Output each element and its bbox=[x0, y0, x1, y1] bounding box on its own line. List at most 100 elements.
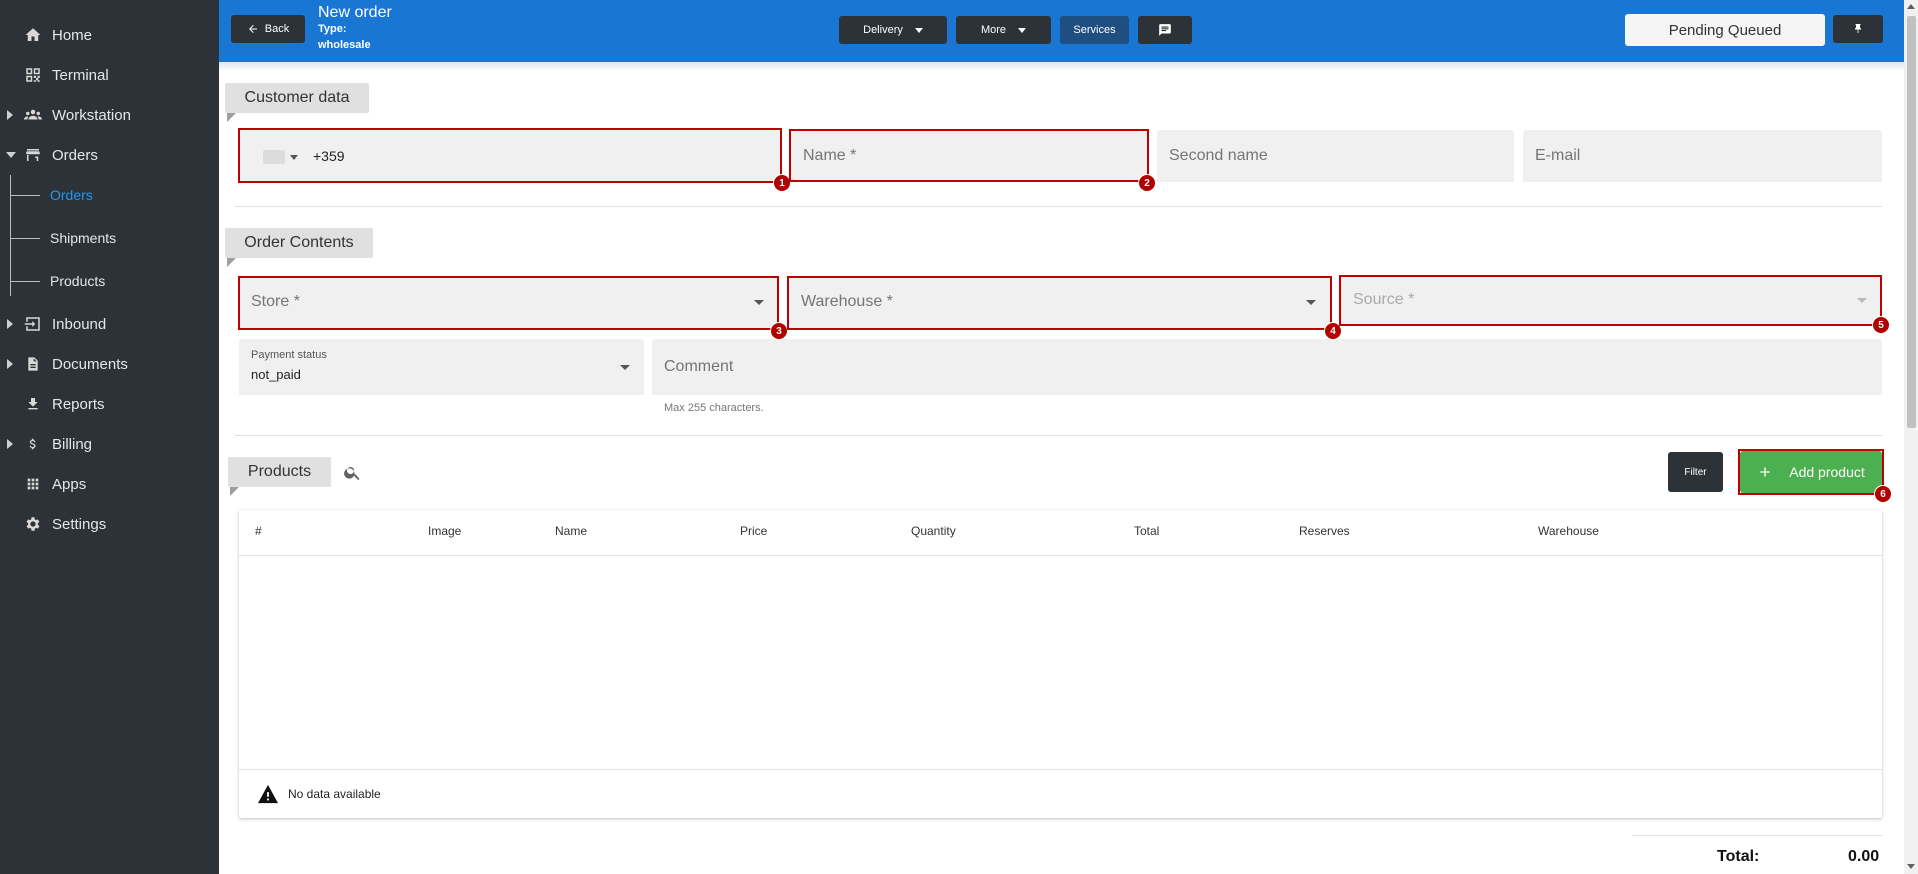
sidebar-item-reports[interactable]: Reports bbox=[0, 388, 219, 420]
column-header[interactable]: Quantity bbox=[911, 524, 956, 538]
column-header[interactable]: Total bbox=[1134, 524, 1159, 538]
sidebar-subitem-shipments[interactable]: Shipments bbox=[10, 222, 116, 254]
pin-icon bbox=[1855, 24, 1861, 33]
services-button[interactable]: Services bbox=[1060, 16, 1129, 44]
customer-data-title-text: Customer data bbox=[244, 89, 350, 106]
sidebar-item-label: Billing bbox=[52, 435, 93, 453]
filter-label: Filter bbox=[1684, 466, 1707, 478]
pin-button[interactable] bbox=[1833, 15, 1883, 43]
payment-status-value: not_paid bbox=[251, 367, 301, 382]
comment-field[interactable]: Comment bbox=[652, 339, 1882, 395]
second-name-placeholder: Second name bbox=[1169, 147, 1268, 164]
sidebar-item-settings[interactable]: Settings bbox=[0, 508, 219, 540]
total-value: 0.00 bbox=[1848, 848, 1880, 865]
sidebar-item-inbound[interactable]: Inbound bbox=[0, 308, 219, 340]
delivery-dropdown-button[interactable]: Delivery bbox=[839, 16, 947, 44]
chevron-down-icon bbox=[1018, 27, 1027, 33]
expand-caret-icon[interactable] bbox=[7, 110, 13, 120]
email-field[interactable]: E-mail bbox=[1523, 130, 1882, 182]
chat-button[interactable] bbox=[1138, 16, 1192, 44]
annotation-badge-2: 2 bbox=[1138, 174, 1156, 192]
tree-dash bbox=[10, 237, 40, 239]
download-icon bbox=[23, 394, 43, 414]
sidebar-subitem-products[interactable]: Products bbox=[10, 265, 105, 297]
column-header[interactable]: Warehouse bbox=[1538, 524, 1599, 538]
annotation-badge-5: 5 bbox=[1872, 316, 1890, 334]
sidebar-item-label: Workstation bbox=[52, 106, 131, 124]
column-header[interactable]: Price bbox=[740, 524, 767, 538]
sidebar-item-billing[interactable]: Billing bbox=[0, 428, 219, 460]
expand-caret-icon[interactable] bbox=[7, 359, 13, 369]
sidebar-item-label: Apps bbox=[52, 475, 87, 493]
country-flag-icon[interactable] bbox=[263, 150, 285, 164]
store-icon bbox=[23, 145, 43, 165]
annotation-badge-1: 1 bbox=[773, 174, 791, 192]
services-label: Services bbox=[1073, 24, 1116, 36]
sidebar-subitem-orders[interactable]: Orders bbox=[10, 179, 93, 211]
sidebar-item-label: Inbound bbox=[52, 315, 107, 333]
scroll-up-arrow-icon[interactable] bbox=[1907, 4, 1915, 9]
sidebar-subitem-label: Products bbox=[50, 273, 106, 289]
store-select[interactable]: Store * bbox=[239, 276, 778, 328]
chevron-down-icon bbox=[620, 365, 630, 370]
order-type-label: Type: bbox=[318, 23, 347, 35]
add-product-button[interactable]: Add product bbox=[1740, 451, 1882, 493]
warehouse-placeholder: Warehouse * bbox=[801, 293, 893, 310]
no-data-message: No data available bbox=[256, 784, 381, 804]
sidebar-item-apps[interactable]: Apps bbox=[0, 468, 219, 500]
divider bbox=[235, 435, 1882, 436]
filter-button[interactable]: Filter bbox=[1668, 452, 1723, 492]
sidebar-item-orders[interactable]: Orders bbox=[0, 139, 219, 171]
search-icon[interactable] bbox=[343, 463, 362, 487]
chevron-down-icon bbox=[754, 300, 764, 305]
top-bar-shadow bbox=[219, 62, 1904, 72]
back-button[interactable]: Back bbox=[231, 15, 305, 43]
input-icon bbox=[23, 314, 43, 334]
name-field[interactable]: Name * bbox=[791, 130, 1149, 182]
source-select[interactable]: Source * bbox=[1341, 276, 1881, 324]
scroll-down-arrow-icon[interactable] bbox=[1907, 864, 1915, 869]
more-label: More bbox=[980, 24, 1007, 36]
column-header[interactable]: Name bbox=[555, 524, 587, 538]
payment-status-select[interactable]: Payment status not_paid bbox=[239, 339, 644, 395]
sidebar-item-label: Settings bbox=[52, 515, 107, 533]
annotation-badge-6: 6 bbox=[1874, 485, 1892, 503]
scrollbar-thumb[interactable] bbox=[1907, 16, 1916, 428]
sidebar-item-documents[interactable]: Documents bbox=[0, 348, 219, 380]
column-header[interactable]: # bbox=[255, 524, 262, 538]
no-data-text: No data available bbox=[288, 787, 381, 801]
email-placeholder: E-mail bbox=[1535, 147, 1581, 164]
column-header[interactable]: Reserves bbox=[1299, 524, 1350, 538]
annotation-badge-3: 3 bbox=[770, 322, 788, 340]
apps-grid-icon bbox=[23, 474, 43, 494]
sidebar-subitem-label: Orders bbox=[50, 187, 93, 203]
sidebar-item-terminal[interactable]: Terminal bbox=[0, 59, 219, 91]
plus-icon bbox=[1760, 467, 1770, 477]
order-contents-title-text: Order Contents bbox=[244, 234, 354, 251]
chevron-down-icon[interactable] bbox=[290, 155, 298, 160]
back-button-label: Back bbox=[264, 23, 290, 35]
divider bbox=[235, 206, 1882, 207]
sidebar-item-label: Orders bbox=[52, 146, 98, 164]
column-header[interactable]: Image bbox=[428, 524, 461, 538]
more-dropdown-button[interactable]: More bbox=[956, 16, 1051, 44]
total-label: Total: bbox=[1717, 848, 1760, 865]
phone-field[interactable]: +359 bbox=[239, 130, 780, 182]
expand-caret-icon[interactable] bbox=[7, 319, 13, 329]
chat-icon bbox=[1159, 24, 1171, 36]
page-title: New order bbox=[318, 4, 392, 21]
page-scrollbar[interactable] bbox=[1904, 0, 1918, 874]
sidebar-item-workstation[interactable]: Workstation bbox=[0, 99, 219, 131]
second-name-field[interactable]: Second name bbox=[1157, 130, 1514, 182]
add-product-label: Add product bbox=[1789, 464, 1865, 480]
expand-caret-icon[interactable] bbox=[7, 439, 13, 449]
order-type-value: wholesale bbox=[318, 39, 371, 51]
delivery-label: Delivery bbox=[863, 24, 903, 36]
warning-icon bbox=[258, 784, 278, 804]
top-bar: Back New order Type: wholesale Delivery … bbox=[219, 0, 1904, 72]
collapse-caret-icon[interactable] bbox=[6, 152, 16, 158]
sidebar-item-home[interactable]: Home bbox=[0, 19, 219, 51]
warehouse-select[interactable]: Warehouse * bbox=[789, 276, 1330, 328]
sidebar-item-label: Home bbox=[52, 26, 93, 44]
sidebar: Home Terminal Workstation Orders Orders … bbox=[0, 0, 219, 874]
